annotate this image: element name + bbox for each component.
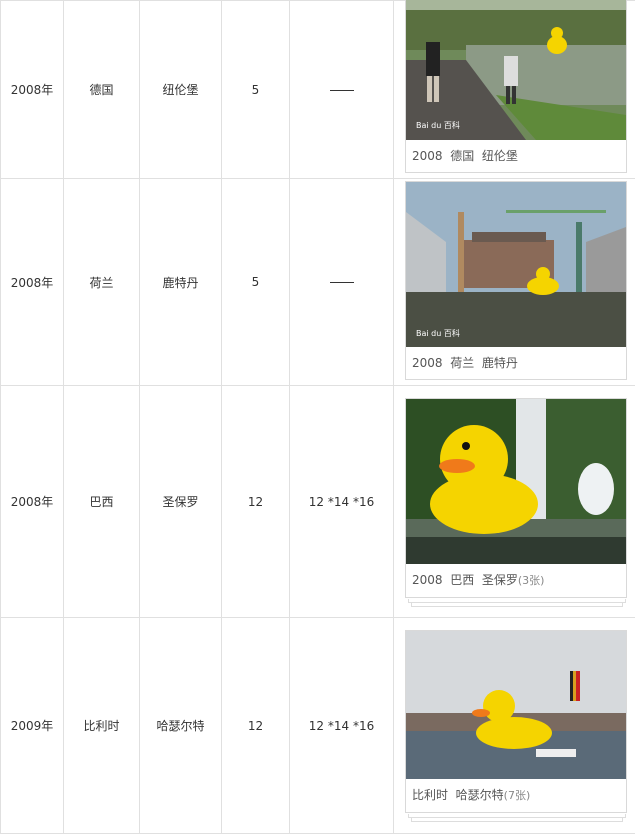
empty-dash: [330, 90, 354, 91]
hasselt-duck-photo: [406, 631, 626, 779]
size-cell: [290, 179, 394, 386]
watermark: Bai du 百科: [416, 120, 460, 130]
photo-frame[interactable]: Bai du 百科 2008 德国 纽伦堡: [405, 0, 627, 173]
country-cell: 比利时: [64, 618, 140, 834]
photo-caption: 2008 荷兰 鹿特丹: [406, 347, 626, 379]
table-row: 2008年 巴西 圣保罗 12 12 *14 *16: [1, 386, 635, 618]
year-cell: 2008年: [1, 386, 64, 618]
size-cell: 12 *14 *16: [290, 386, 394, 618]
caption-city: 鹿特丹: [482, 356, 518, 370]
country-cell: 德国: [64, 1, 140, 179]
nuremberg-duck-photo: Bai du 百科: [406, 0, 626, 140]
size-cell: [290, 1, 394, 179]
table-row: 2009年 比利时 哈瑟尔特 12 12 *14 *16: [1, 618, 635, 834]
album-stack: [411, 818, 623, 822]
table-row: 2008年 荷兰 鹿特丹 5 Bai du 百科: [1, 179, 635, 386]
city-cell: 纽伦堡: [140, 1, 222, 179]
city-cell: 哈瑟尔特: [140, 618, 222, 834]
photo-frame[interactable]: 2008 巴西 圣保罗(3张): [405, 398, 627, 598]
caption-year: 2008: [412, 149, 443, 163]
rotterdam-duck-photo: Bai du 百科: [406, 182, 626, 347]
photo-frame[interactable]: 比利时 哈瑟尔特(7张): [405, 630, 627, 813]
caption-city: 圣保罗: [482, 573, 518, 587]
height-cell: 12: [222, 386, 290, 618]
photo-cell: Bai du 百科 2008 德国 纽伦堡: [394, 1, 635, 179]
city-cell: 圣保罗: [140, 386, 222, 618]
city-cell: 鹿特丹: [140, 179, 222, 386]
photo-caption: 2008 德国 纽伦堡: [406, 140, 626, 172]
caption-photo-count: (7张): [504, 789, 531, 802]
album-stack: [411, 603, 623, 607]
caption-country: 巴西: [450, 573, 474, 587]
photo-cell: 比利时 哈瑟尔特(7张): [394, 618, 635, 834]
photo-caption: 2008 巴西 圣保罗(3张): [406, 564, 626, 597]
year-cell: 2008年: [1, 179, 64, 386]
height-cell: 5: [222, 179, 290, 386]
photo-cell: 2008 巴西 圣保罗(3张): [394, 386, 635, 618]
photo-caption: 比利时 哈瑟尔特(7张): [406, 779, 626, 812]
caption-country: 比利时: [412, 788, 448, 802]
caption-year: 2008: [412, 356, 443, 370]
year-cell: 2008年: [1, 1, 64, 179]
size-cell: 12 *14 *16: [290, 618, 394, 834]
empty-dash: [330, 282, 354, 283]
caption-city: 哈瑟尔特: [456, 788, 504, 802]
height-cell: 12: [222, 618, 290, 834]
country-cell: 荷兰: [64, 179, 140, 386]
caption-city: 纽伦堡: [482, 149, 518, 163]
photo-cell: Bai du 百科 2008 荷兰 鹿特丹: [394, 179, 635, 386]
caption-country: 德国: [450, 149, 474, 163]
country-cell: 巴西: [64, 386, 140, 618]
height-cell: 5: [222, 1, 290, 179]
year-cell: 2009年: [1, 618, 64, 834]
caption-country: 荷兰: [450, 356, 474, 370]
sao-paulo-duck-photo: [406, 399, 626, 564]
duck-tour-table: 2008年 德国 纽伦堡 5: [0, 0, 635, 834]
photo-frame[interactable]: Bai du 百科 2008 荷兰 鹿特丹: [405, 181, 627, 380]
watermark: Bai du 百科: [416, 328, 460, 338]
table-row: 2008年 德国 纽伦堡 5: [1, 1, 635, 179]
caption-year: 2008: [412, 573, 443, 587]
caption-photo-count: (3张): [518, 574, 545, 587]
